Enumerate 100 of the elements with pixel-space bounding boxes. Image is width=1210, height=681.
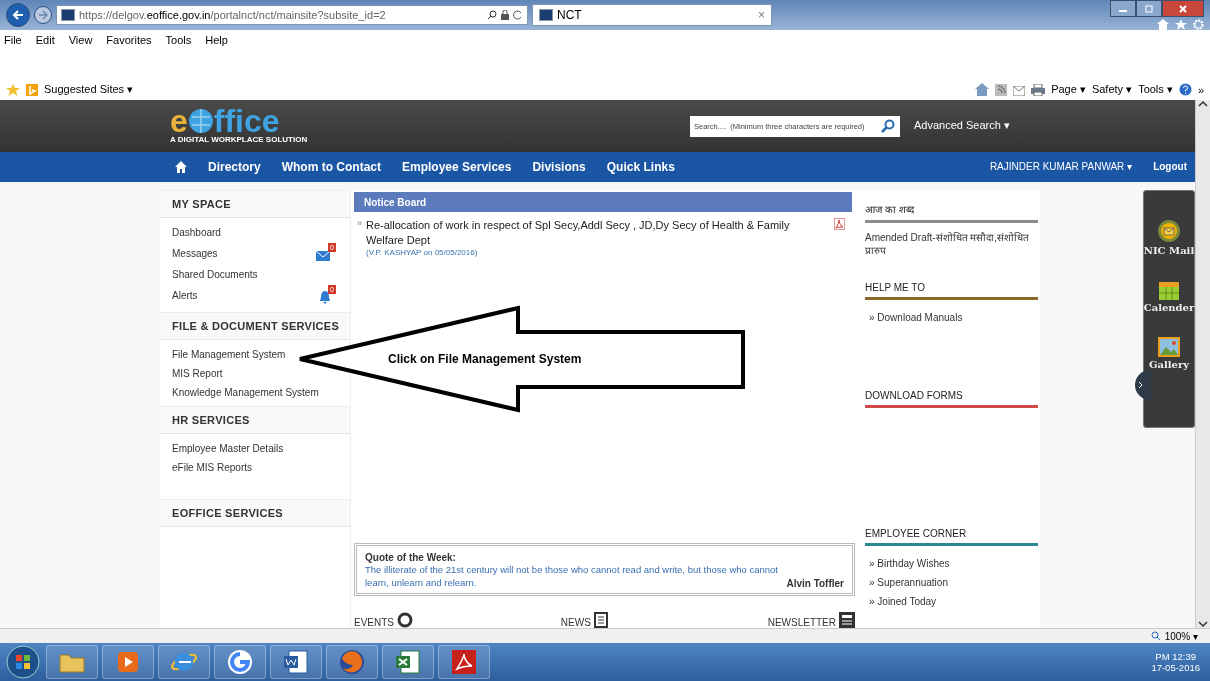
panel-link[interactable]: Calender — [1143, 302, 1195, 313]
close-button[interactable] — [1162, 0, 1204, 17]
close-icon — [1179, 4, 1187, 13]
logout-link[interactable]: Logout — [1153, 161, 1187, 173]
word-of-the-day: Amended Draft-संशोधित मसौदा,संशोधित प्रारुप — [865, 231, 1030, 257]
section-link[interactable]: NEWSLETTER — [767, 617, 836, 628]
user-menu[interactable]: RAJINDER KUMAR PANWAR ▾ — [989, 161, 1133, 173]
mail-icon[interactable] — [1013, 86, 1026, 96]
browser-icon[interactable] — [227, 649, 253, 675]
spreadsheet-icon[interactable] — [395, 650, 421, 674]
widget-link[interactable]: » Superannuation — [865, 573, 1030, 592]
widget-link[interactable]: » Download Manuals — [865, 308, 1030, 327]
sidebar-link[interactable]: Alerts — [172, 290, 198, 301]
callout-text: Click on File Management System — [388, 352, 582, 366]
notice-author: (V.P. KASHYAP on 05/05/2016) — [366, 248, 479, 257]
nav-link[interactable]: Quick Links — [606, 159, 675, 174]
zoom-icon — [1150, 631, 1161, 641]
pdf-icon[interactable] — [834, 218, 845, 230]
sidebar-link[interactable]: MIS Report — [172, 368, 223, 379]
sidebar-link[interactable]: Employee Master Details — [172, 443, 284, 454]
search-icon — [487, 10, 497, 20]
search-icon[interactable] — [881, 119, 895, 134]
command-menu[interactable]: Page ▾ — [1051, 83, 1086, 96]
site-icon — [61, 9, 75, 21]
star-icon[interactable] — [1175, 19, 1187, 30]
quote-author: Alvin Toffler — [786, 578, 844, 589]
widget-heading: DOWNLOAD FORMS — [865, 390, 964, 401]
widget-heading: आज का शब्द — [865, 203, 916, 216]
panel-link[interactable]: Gallery — [1148, 359, 1190, 370]
help-icon[interactable] — [1178, 83, 1192, 96]
sidebar-link[interactable]: Dashboard — [172, 227, 221, 238]
bell-icon — [320, 290, 330, 304]
menu-item[interactable]: Tools — [165, 34, 192, 46]
section-heading: FILE & DOCUMENT SERVICES — [160, 312, 350, 340]
panel-link[interactable]: NIC Mail — [1143, 245, 1195, 256]
section-heading: MY SPACE — [160, 190, 350, 218]
nav-link[interactable]: Employee Services — [402, 159, 512, 174]
advanced-search-menu[interactable]: Advanced Search ▾ — [914, 119, 1010, 133]
panel-heading: Notice Board — [354, 192, 852, 212]
bing-icon — [26, 84, 38, 96]
maximize-button[interactable] — [1136, 0, 1162, 17]
browser-tab[interactable]: NCT × — [532, 4, 772, 26]
menu-item[interactable]: Help — [205, 34, 228, 46]
calendar-icon — [1159, 280, 1179, 300]
picture-icon — [1158, 337, 1180, 357]
close-tab-button[interactable]: × — [758, 8, 765, 22]
menu-item[interactable]: Favorites — [106, 34, 152, 46]
sidebar-link[interactable]: Shared Documents — [172, 269, 258, 280]
feed-icon[interactable] — [995, 84, 1008, 96]
arrow-left-icon — [12, 9, 24, 21]
bullet-mark: » — [357, 218, 362, 230]
document-icon[interactable] — [283, 650, 309, 674]
star-icon[interactable] — [6, 84, 20, 96]
home-icon[interactable] — [175, 160, 187, 173]
refresh-icon[interactable] — [513, 10, 523, 20]
play-icon[interactable] — [116, 650, 140, 674]
widget-link[interactable]: » Joined Today — [865, 592, 1030, 611]
printer-icon[interactable] — [1031, 84, 1046, 96]
sidebar-link[interactable]: Messages — [172, 248, 218, 259]
sidebar-link[interactable]: eFile MIS Reports — [172, 462, 253, 473]
menu-item[interactable]: File — [4, 34, 22, 46]
favorites-link[interactable]: Suggested Sites ▾ — [44, 83, 134, 96]
menu-item[interactable]: Edit — [35, 34, 55, 46]
section-link[interactable]: EVENTS — [354, 617, 394, 628]
sidebar-link[interactable]: Knowledge Management System — [172, 387, 319, 398]
more-button[interactable]: » — [1197, 84, 1204, 96]
widget-heading: EMPLOYEE CORNER — [865, 528, 968, 539]
nav-link[interactable]: Divisions — [532, 159, 586, 174]
minimize-button[interactable] — [1110, 0, 1136, 17]
site-icon — [539, 9, 553, 21]
notice-link[interactable]: Re-allocation of work in respect of Spl Secy,Addl Secy , JD,Dy Secy of Health & Family Welfare Dept — [366, 218, 830, 248]
settings-icon[interactable] — [1193, 19, 1204, 30]
globe-icon — [187, 108, 214, 135]
envelope-icon — [1157, 219, 1181, 243]
sidebar-link[interactable]: File Management System — [172, 349, 286, 360]
command-menu[interactable]: Tools ▾ — [1138, 83, 1173, 96]
nav-link[interactable]: Whom to Contact — [281, 159, 381, 174]
folder-icon[interactable] — [59, 651, 85, 673]
quote-label: Quote of the Week: — [365, 552, 457, 563]
start-button[interactable] — [4, 644, 42, 680]
widget-link[interactable]: » Birthday Wishes — [865, 554, 1030, 573]
chevron-down-icon[interactable] — [1198, 620, 1208, 628]
ring-icon — [397, 612, 413, 628]
section-link[interactable]: NEWS — [560, 617, 591, 628]
expand-tab[interactable] — [1135, 370, 1151, 400]
address-bar[interactable]: https://delgov.eoffice.gov.in/portalnct/nct/mainsite?subsite_id=2 — [56, 5, 528, 25]
nav-link[interactable]: Directory — [208, 159, 261, 174]
forward-button[interactable] — [34, 6, 52, 24]
command-menu[interactable]: Safety ▾ — [1091, 83, 1133, 96]
widget-heading: HELP ME TO — [865, 282, 927, 293]
back-button[interactable] — [6, 3, 30, 27]
zoom-level[interactable]: 100% ▾ — [1164, 630, 1198, 642]
menu-item[interactable]: View — [68, 34, 93, 46]
eoffice-logo: e ffice A DIGITAL WORKPLACE SOLUTION — [170, 107, 309, 145]
scrollbar[interactable] — [1195, 100, 1210, 628]
pdf-icon[interactable] — [452, 650, 476, 674]
chevron-up-icon[interactable] — [1198, 100, 1208, 108]
envelope-icon — [316, 250, 330, 261]
browser-icon[interactable] — [339, 649, 365, 675]
maximize-icon — [1145, 4, 1153, 13]
